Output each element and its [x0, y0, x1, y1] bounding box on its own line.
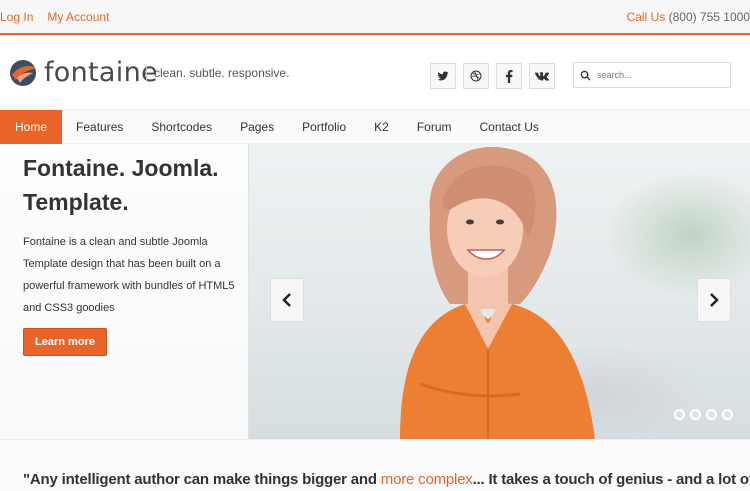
search-icon	[580, 70, 591, 81]
quote-section: "Any intelligent author can make things …	[0, 439, 750, 491]
quote-text: "Any intelligent author can make things …	[23, 471, 750, 488]
logo-text: fontaine	[44, 57, 158, 88]
phone-number: (800) 755 1000	[668, 10, 750, 24]
site-header: fontaine clean. subtle. responsive.	[0, 37, 750, 109]
quote-highlight: more complex	[380, 471, 473, 488]
hero-description: Fontaine is a clean and subtle Joomla Te…	[23, 236, 235, 314]
logo-mark-icon	[10, 59, 36, 86]
learn-more-button[interactable]: Learn more	[23, 328, 107, 356]
slider-pagination	[674, 409, 733, 420]
social-links	[430, 63, 555, 89]
nav-item-pages[interactable]: Pages	[226, 110, 288, 145]
nav-item-home[interactable]: Home	[0, 110, 63, 145]
hero-photo-woman	[400, 146, 595, 439]
facebook-icon[interactable]	[496, 63, 522, 89]
chevron-right-icon	[710, 293, 719, 307]
top-bar: Log In My Account Call Us (800) 755 1000	[0, 0, 750, 35]
chevron-left-icon	[282, 293, 291, 307]
account-links: Log In My Account	[0, 10, 109, 24]
nav-item-forum[interactable]: Forum	[403, 110, 466, 145]
nav-item-k2[interactable]: K2	[360, 110, 403, 145]
login-link[interactable]: Log In	[0, 10, 33, 24]
twitter-icon[interactable]	[430, 63, 456, 89]
nav-item-features[interactable]: Features	[62, 110, 137, 145]
dribbble-icon[interactable]	[463, 63, 489, 89]
slider-next-button[interactable]	[697, 278, 731, 322]
hero-caption-panel: Fontaine. Joomla. Template. Fontaine is …	[0, 144, 249, 439]
vk-icon[interactable]	[529, 63, 555, 89]
slider-dot-1[interactable]	[674, 409, 685, 420]
nav-item-portfolio[interactable]: Portfolio	[288, 110, 360, 145]
my-account-link[interactable]: My Account	[47, 10, 109, 24]
logo[interactable]: fontaine	[8, 57, 158, 88]
slider-prev-button[interactable]	[270, 278, 304, 322]
hero-slider: Fontaine. Joomla. Template. Fontaine is …	[0, 144, 750, 439]
slider-dot-2[interactable]	[690, 409, 701, 420]
main-nav: Home Features Shortcodes Pages Portfolio…	[0, 109, 750, 145]
slider-dot-3[interactable]	[706, 409, 717, 420]
nav-item-contact-us[interactable]: Contact Us	[466, 110, 553, 145]
call-us-label: Call Us	[626, 10, 666, 24]
hero-title: Fontaine. Joomla. Template.	[23, 155, 219, 215]
quote-text-after: ... It takes a touch of genius - and a l…	[472, 471, 750, 488]
slider-dot-4[interactable]	[722, 409, 733, 420]
contact-info: Call Us (800) 755 1000	[627, 10, 750, 24]
site-tagline: clean. subtle. responsive.	[146, 65, 289, 81]
search-input[interactable]	[597, 70, 717, 80]
nav-item-shortcodes[interactable]: Shortcodes	[137, 110, 226, 145]
search-box[interactable]	[573, 62, 731, 88]
quote-text-before: "Any intelligent author can make things …	[23, 471, 381, 488]
